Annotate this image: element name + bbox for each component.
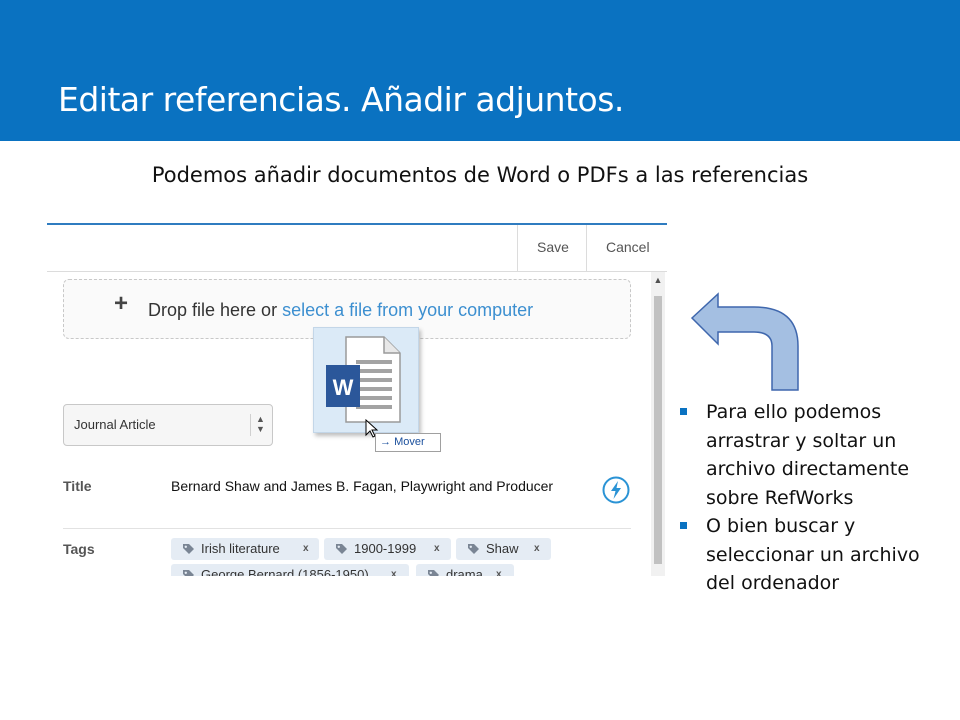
drag-tooltip: → Mover: [375, 433, 441, 452]
reference-type-select[interactable]: Journal Article ▲ ▼: [63, 404, 273, 446]
title-field-label: Title: [63, 478, 92, 494]
tag-icon: [468, 544, 479, 554]
refworks-edit-panel: Save Cancel ▲ + Drop file here or select…: [47, 223, 667, 576]
scroll-thumb[interactable]: [654, 296, 662, 564]
toolbar-separator: [586, 225, 587, 271]
title-field-value[interactable]: Bernard Shaw and James B. Fagan, Playwri…: [171, 478, 553, 494]
tag-icon: [336, 544, 347, 554]
dropzone-text: Drop file here or select a file from you…: [148, 300, 533, 321]
lightning-bolt-icon[interactable]: [601, 475, 631, 505]
explanation-bullets: Para ello podemos arrastrar y soltar un …: [674, 398, 954, 598]
plus-icon: +: [114, 290, 129, 317]
tag-label: drama: [446, 567, 483, 576]
drag-arrow-icon: →: [380, 436, 391, 448]
tag-chip[interactable]: drama x: [416, 564, 514, 576]
tag-remove-button[interactable]: x: [534, 538, 540, 560]
select-divider: [250, 414, 251, 436]
bullet-square-icon: [680, 408, 687, 415]
dragged-file-preview: W: [313, 327, 419, 433]
select-arrows-icon: ▲ ▼: [256, 414, 265, 434]
tag-remove-button[interactable]: x: [496, 564, 502, 576]
bullet-text: O bien buscar y seleccionar un archivo d…: [706, 515, 920, 594]
tag-chip[interactable]: Irish literature x: [171, 538, 319, 560]
bullet-item: Para ello podemos arrastrar y soltar un …: [674, 398, 954, 512]
edit-toolbar: Save Cancel: [47, 225, 667, 272]
tag-chip[interactable]: George Bernard (1856-1950) x: [171, 564, 409, 576]
select-file-link[interactable]: select a file from your computer: [282, 300, 533, 320]
tag-chip[interactable]: 1900-1999 x: [324, 538, 451, 560]
save-button[interactable]: Save: [537, 239, 569, 255]
tags-field-label: Tags: [63, 541, 95, 557]
tag-icon: [428, 570, 439, 576]
slide-title: Editar referencias. Añadir adjuntos.: [58, 80, 624, 119]
vertical-scrollbar[interactable]: ▲: [651, 272, 665, 576]
slide-subtitle: Podemos añadir documentos de Word o PDFs…: [151, 163, 809, 187]
word-document-icon: W: [326, 336, 401, 423]
toolbar-separator: [517, 225, 518, 271]
field-divider: [63, 528, 631, 529]
bullet-square-icon: [680, 522, 687, 529]
bullet-text: Para ello podemos arrastrar y soltar un …: [706, 401, 910, 509]
drag-tooltip-label: Mover: [394, 436, 425, 448]
word-letter: W: [333, 375, 354, 400]
tag-label: Shaw: [486, 541, 519, 556]
tag-label: Irish literature: [201, 541, 280, 556]
dropzone-label: Drop file here or: [148, 300, 278, 320]
tag-remove-button[interactable]: x: [303, 538, 309, 560]
reference-type-value: Journal Article: [74, 417, 156, 432]
cancel-button[interactable]: Cancel: [606, 239, 650, 255]
tag-chip[interactable]: Shaw x: [456, 538, 551, 560]
slide-header-banner: Editar referencias. Añadir adjuntos.: [0, 0, 960, 141]
tag-icon: [183, 544, 194, 554]
tag-label: 1900-1999: [354, 541, 417, 556]
bullet-item: O bien buscar y seleccionar un archivo d…: [674, 512, 954, 598]
scroll-up-arrow-icon[interactable]: ▲: [651, 275, 665, 287]
tag-icon: [183, 570, 194, 576]
curved-arrow-icon: [690, 292, 799, 391]
tag-remove-button[interactable]: x: [434, 538, 440, 560]
tag-remove-button[interactable]: x: [391, 564, 397, 576]
tag-label: George Bernard (1856-1950): [201, 567, 369, 576]
